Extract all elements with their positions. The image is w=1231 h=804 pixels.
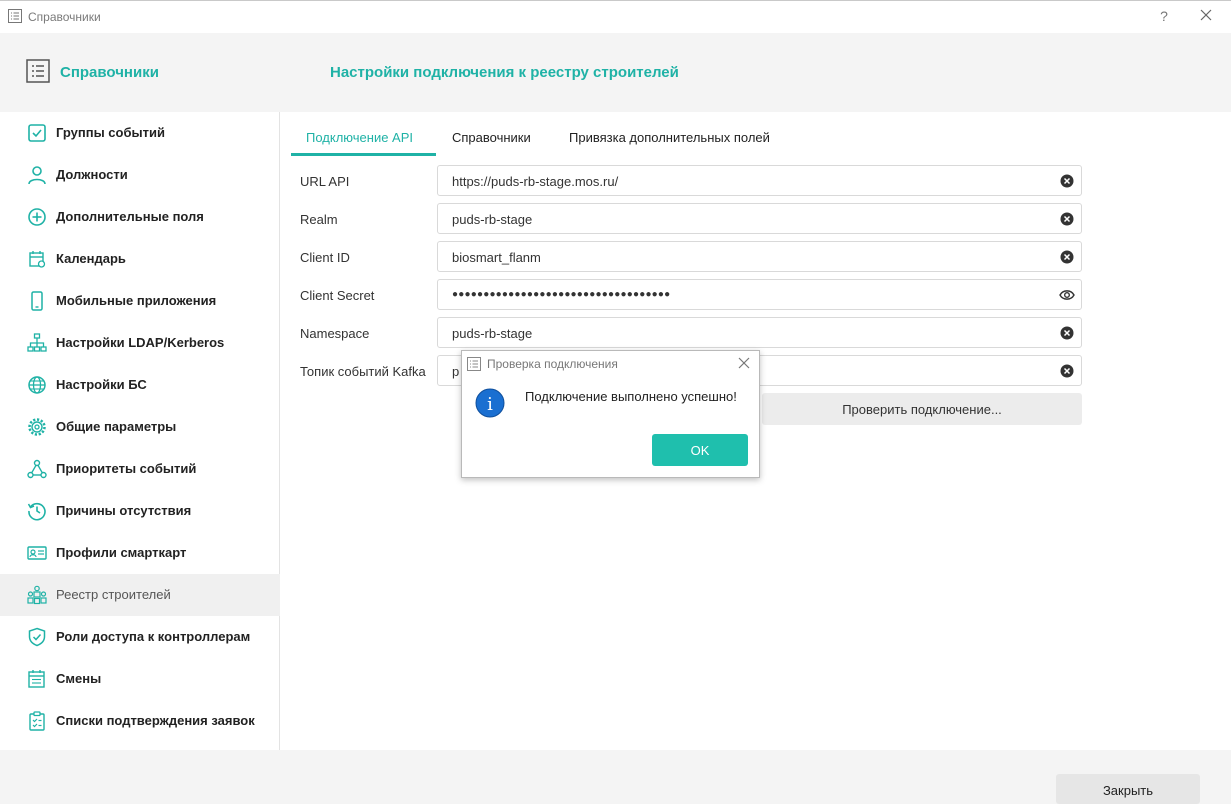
field-label: Namespace	[300, 326, 370, 341]
sidebar-item-bs-settings[interactable]: Настройки БС	[0, 364, 280, 406]
sidebar-item-label: Смены	[56, 671, 102, 686]
globe-icon	[28, 376, 46, 394]
sidebar-item-mobile-apps[interactable]: Мобильные приложения	[0, 280, 280, 322]
hierarchy-icon	[27, 459, 47, 479]
sidebar-item-event-priorities[interactable]: Приоритеты событий	[0, 448, 280, 490]
sidebar-item-positions[interactable]: Должности	[0, 154, 280, 196]
window-titlebar: Справочники ?	[0, 0, 1231, 33]
sidebar: Группы событий Должности Дополнительные …	[0, 112, 280, 750]
ok-button-label: OK	[690, 443, 710, 458]
connection-check-dialog: Проверка подключения i Подключение выпол…	[461, 350, 760, 478]
window-close-icon[interactable]	[1198, 7, 1214, 23]
sidebar-item-calendar[interactable]: Календарь	[0, 238, 280, 280]
field-value: puds-rb-stage	[452, 326, 533, 341]
eye-icon[interactable]	[1059, 288, 1075, 302]
field-label: Client Secret	[300, 288, 375, 303]
dialog-close-icon[interactable]	[738, 357, 750, 369]
sidebar-item-controller-roles[interactable]: Роли доступа к контроллерам	[0, 616, 280, 658]
sidebar-item-label: Группы событий	[56, 125, 165, 140]
sidebar-item-builders-registry[interactable]: Реестр строителей	[0, 574, 280, 616]
window-title: Справочники	[28, 10, 101, 24]
info-glyph: i	[487, 394, 493, 415]
sidebar-item-label: Мобильные приложения	[56, 293, 217, 308]
tab-extra-fields-binding[interactable]: Привязка дополнительных полей	[569, 130, 770, 145]
sidebar-item-label: Профили смарткарт	[56, 545, 187, 560]
close-button[interactable]: Закрыть	[1056, 774, 1200, 804]
sidebar-item-ldap[interactable]: Настройки LDAP/Kerberos	[0, 322, 280, 364]
sidebar-item-general-params[interactable]: Общие параметры	[0, 406, 280, 448]
shield-check-icon	[28, 627, 46, 647]
field-value: puds-rb-stage	[452, 212, 533, 227]
field-value: ●●●●●●●●●●●●●●●●●●●●●●●●●●●●●●●●●●●	[452, 289, 671, 300]
history-icon	[27, 502, 46, 521]
client-secret-field[interactable]: ●●●●●●●●●●●●●●●●●●●●●●●●●●●●●●●●●●●	[437, 279, 1082, 310]
field-label: Realm	[300, 212, 338, 227]
tab-directories[interactable]: Справочники	[452, 130, 531, 145]
clipboard-check-icon	[29, 711, 45, 731]
calendar-icon	[29, 251, 46, 268]
sidebar-item-extra-fields[interactable]: Дополнительные поля	[0, 196, 280, 238]
check-connection-button[interactable]: Проверить подключение...	[762, 393, 1082, 425]
page-title: Настройки подключения к реестру строител…	[330, 64, 679, 81]
sidebar-item-label: Реестр строителей	[56, 587, 171, 602]
sidebar-item-label: Дополнительные поля	[56, 209, 204, 224]
gear-icon	[28, 418, 46, 436]
field-value: biosmart_flanm	[452, 250, 541, 265]
sidebar-item-label: Причины отсутствия	[56, 503, 192, 518]
sidebar-item-label: Календарь	[56, 251, 126, 266]
list-icon	[467, 357, 481, 371]
sidebar-item-absence-reasons[interactable]: Причины отсутствия	[0, 490, 280, 532]
network-tree-icon	[27, 333, 47, 352]
sidebar-item-label: Роли доступа к контроллерам	[56, 629, 251, 644]
namespace-field[interactable]: puds-rb-stage	[437, 317, 1082, 348]
close-button-label: Закрыть	[1102, 783, 1154, 798]
shift-calendar-icon	[28, 670, 45, 688]
field-value: https://puds-rb-stage.mos.ru/	[452, 174, 619, 189]
person-icon	[28, 166, 46, 185]
sidebar-item-label: Приоритеты событий	[56, 461, 197, 476]
app-title: Справочники	[60, 64, 159, 81]
realm-field[interactable]: puds-rb-stage	[437, 203, 1082, 234]
header: Справочники Настройки подключения к реес…	[0, 33, 1231, 112]
list-icon	[8, 9, 22, 23]
clear-icon[interactable]	[1060, 364, 1074, 378]
list-icon	[26, 59, 50, 83]
sidebar-item-label: Настройки LDAP/Kerberos	[56, 335, 225, 350]
sidebar-item-label: Общие параметры	[56, 419, 177, 434]
help-button[interactable]: ?	[1158, 8, 1170, 24]
info-icon: i	[475, 388, 505, 418]
sidebar-item-approval-lists[interactable]: Списки подтверждения заявок	[0, 700, 280, 742]
tab-api-connection[interactable]: Подключение API	[306, 130, 413, 145]
sidebar-item-label: Списки подтверждения заявок	[56, 713, 255, 728]
clear-icon[interactable]	[1060, 326, 1074, 340]
check-connection-label: Проверить подключение...	[842, 402, 1002, 417]
clear-icon[interactable]	[1060, 174, 1074, 188]
field-label: Топик событий Kafka	[300, 364, 426, 379]
dialog-message: Подключение выполнено успешно!	[525, 389, 737, 404]
builders-icon	[27, 585, 47, 605]
sidebar-item-label: Настройки БС	[56, 377, 147, 392]
sidebar-item-event-groups[interactable]: Группы событий	[0, 112, 280, 154]
field-value: p	[452, 364, 460, 379]
field-label: URL API	[300, 174, 350, 189]
ok-button[interactable]: OK	[652, 434, 748, 466]
field-label: Client ID	[300, 250, 350, 265]
url-api-field[interactable]: https://puds-rb-stage.mos.ru/	[437, 165, 1082, 196]
client-id-field[interactable]: biosmart_flanm	[437, 241, 1082, 272]
sidebar-item-label: Должности	[56, 167, 128, 182]
mobile-phone-icon	[31, 291, 43, 311]
clear-icon[interactable]	[1060, 250, 1074, 264]
plus-circle-icon	[28, 208, 46, 226]
id-card-icon	[27, 546, 47, 560]
active-tab-indicator	[291, 153, 436, 156]
clear-icon[interactable]	[1060, 212, 1074, 226]
checkbox-icon	[28, 124, 46, 142]
footer	[0, 750, 1231, 804]
sidebar-item-shifts[interactable]: Смены	[0, 658, 280, 700]
sidebar-item-smartcard-profiles[interactable]: Профили смарткарт	[0, 532, 280, 574]
dialog-title: Проверка подключения	[487, 357, 618, 371]
